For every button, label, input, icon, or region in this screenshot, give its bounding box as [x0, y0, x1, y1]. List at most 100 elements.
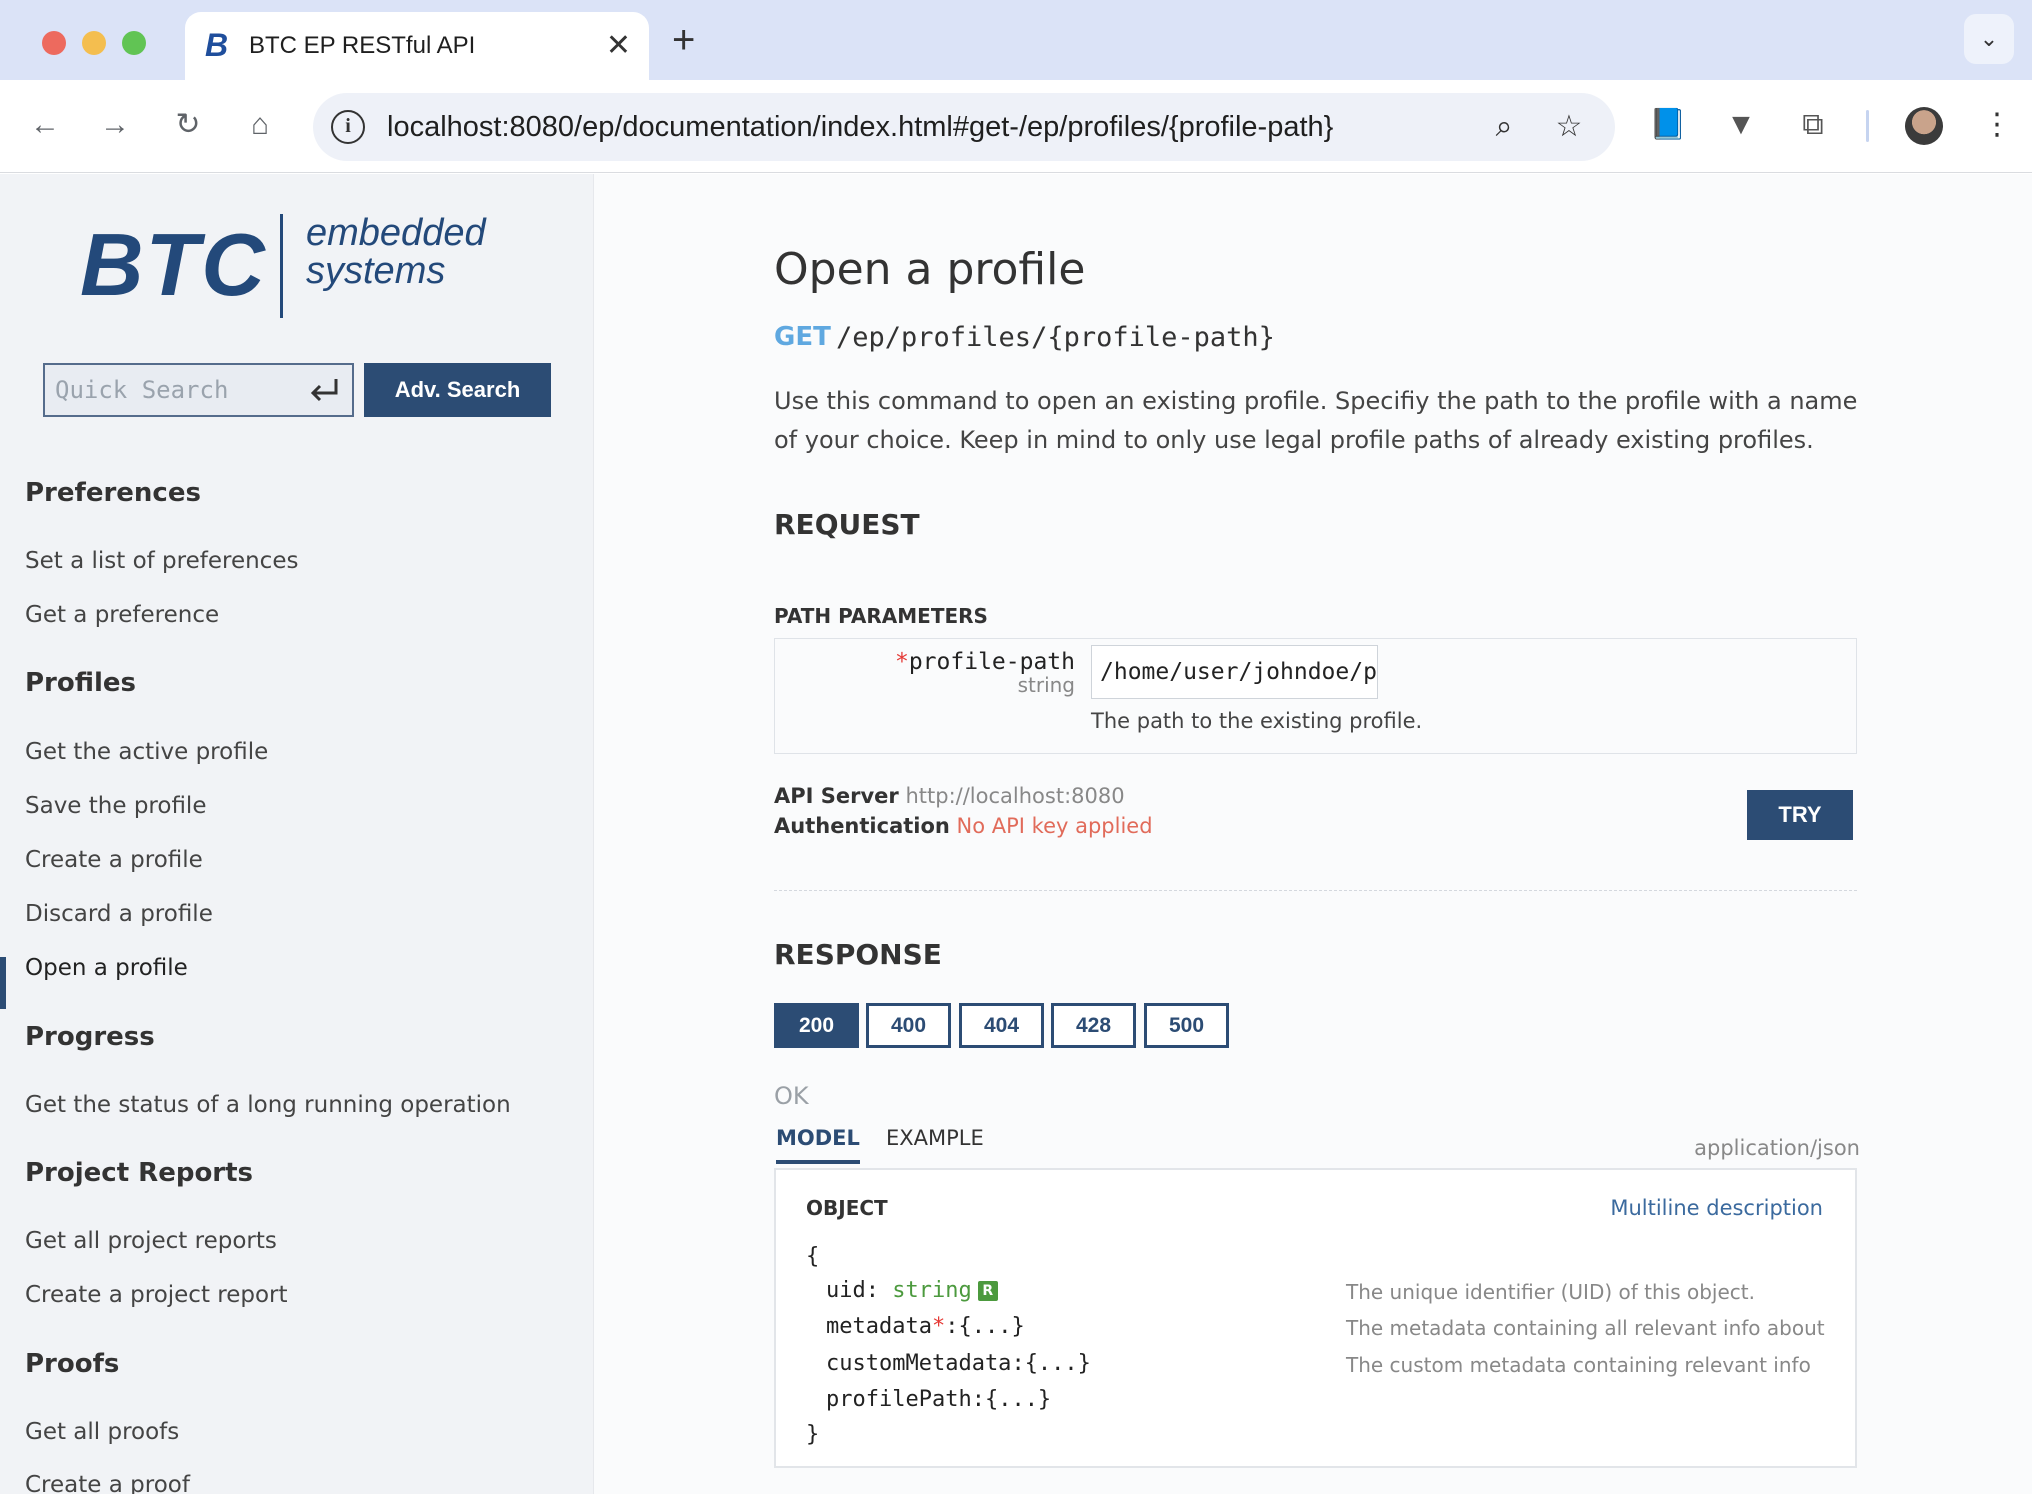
tab-search-chevron-icon[interactable]: ⌄ [1964, 14, 2014, 64]
status-text: OK [774, 1082, 809, 1110]
address-bar[interactable]: i localhost:8080/ep/documentation/index.… [313, 93, 1615, 161]
api-server-label: API Server [774, 784, 899, 808]
status-code-404[interactable]: 404 [959, 1003, 1044, 1048]
url-text[interactable]: localhost:8080/ep/documentation/index.ht… [387, 93, 1333, 161]
field-name: metadata [826, 1314, 932, 1339]
zoom-icon[interactable]: ⌕ [1484, 107, 1524, 147]
endpoint-path: /ep/profiles/{profile-path} [836, 322, 1275, 353]
param-name: *profile-path [775, 649, 1075, 675]
browser-menu-icon[interactable]: ⋮ [1982, 105, 2012, 145]
field-sep: : [865, 1278, 893, 1303]
model-field-custom-metadata: customMetadata:{...} [806, 1351, 1091, 1376]
response-heading: RESPONSE [774, 938, 942, 971]
logo-tagline-line1: embedded [306, 212, 486, 254]
nav-item-discard-profile[interactable]: Discard a profile [25, 901, 213, 927]
bookmark-star-icon[interactable]: ☆ [1549, 107, 1589, 147]
nav-group-preferences: Preferences [25, 478, 201, 508]
close-window-button[interactable] [42, 31, 66, 55]
param-name-text: profile-path [908, 649, 1075, 675]
field-type-expand[interactable]: {...} [958, 1314, 1024, 1339]
enter-icon[interactable] [308, 373, 342, 407]
field-name: uid [826, 1278, 866, 1303]
logo-tagline-line2: systems [306, 250, 446, 292]
page-title: Open a profile [774, 244, 1086, 295]
try-button[interactable]: TRY [1747, 790, 1853, 840]
profile-avatar[interactable] [1905, 107, 1943, 145]
minimize-window-button[interactable] [82, 31, 106, 55]
status-code-500[interactable]: 500 [1144, 1003, 1229, 1048]
authentication-row: Authentication No API key applied [774, 814, 1153, 838]
model-close-brace: } [806, 1422, 820, 1447]
readonly-badge: R [977, 1281, 998, 1301]
model-field-profile-path: profilePath:{...} [806, 1387, 1051, 1412]
new-tab-button[interactable]: + [672, 18, 695, 62]
model-open-brace: { [806, 1244, 820, 1269]
authentication-label: Authentication [774, 814, 950, 838]
nav-item-set-preferences[interactable]: Set a list of preferences [25, 548, 298, 574]
status-code-200[interactable]: 200 [774, 1003, 859, 1048]
nav-item-create-proof[interactable]: Create a proof [25, 1472, 190, 1494]
logo-divider [280, 214, 283, 318]
model-field-metadata: metadata*:{...} [806, 1314, 1025, 1339]
adv-search-button[interactable]: Adv. Search [364, 363, 551, 417]
status-code-428[interactable]: 428 [1051, 1003, 1136, 1048]
nav-item-open-profile[interactable]: Open a profile [25, 955, 188, 981]
http-method-badge: GET [774, 322, 831, 352]
nav-group-profiles: Profiles [25, 668, 137, 698]
multiline-description-link[interactable]: Multiline description [1610, 1196, 1823, 1220]
tab-close-icon[interactable]: ✕ [606, 26, 631, 66]
logo-tagline: embedded systems [306, 214, 486, 290]
nav-item-get-active-profile[interactable]: Get the active profile [25, 739, 268, 765]
quick-search-input[interactable] [45, 365, 305, 415]
api-server-row: API Server http://localhost:8080 [774, 784, 1125, 808]
field-type-expand[interactable]: {...} [985, 1387, 1051, 1412]
authentication-value[interactable]: No API key applied [957, 814, 1153, 838]
toolbar-divider [1866, 110, 1869, 142]
nav-item-create-profile[interactable]: Create a profile [25, 847, 203, 873]
tab-title: BTC EP RESTful API [249, 32, 476, 59]
home-icon[interactable]: ⌂ [235, 100, 285, 150]
field-name: customMetadata [826, 1351, 1012, 1376]
active-item-indicator [0, 957, 6, 1009]
extension-v-icon[interactable]: ▼ [1721, 105, 1761, 145]
status-code-400[interactable]: 400 [866, 1003, 951, 1048]
model-box: OBJECT Multiline description { uid: stri… [774, 1168, 1857, 1468]
btc-favicon-icon: B [205, 27, 229, 63]
endpoint-description: Use this command to open an existing pro… [774, 387, 1858, 454]
field-desc-uid: The unique identifier (UID) of this obje… [1346, 1280, 1755, 1304]
nav-item-get-proofs[interactable]: Get all proofs [25, 1419, 179, 1445]
tab-example[interactable]: EXAMPLE [886, 1126, 984, 1150]
page: BTC embedded systems Adv. Search Prefere… [0, 174, 2032, 1494]
model-field-uid: uid: string R [806, 1278, 998, 1303]
browser-tab[interactable]: B BTC EP RESTful API ✕ [185, 12, 649, 80]
content-type: application/json [1694, 1136, 1860, 1160]
nav-item-get-project-reports[interactable]: Get all project reports [25, 1228, 277, 1254]
site-info-icon[interactable]: i [331, 110, 365, 144]
field-desc-custom-metadata: The custom metadata containing relevant … [1346, 1353, 1811, 1377]
profile-path-input[interactable] [1091, 645, 1378, 699]
extension-book-icon[interactable]: 📘 [1648, 105, 1688, 145]
reload-icon[interactable]: ↻ [163, 100, 213, 150]
quick-search-box [43, 363, 354, 417]
field-sep: : [945, 1314, 959, 1339]
path-parameter-box: *profile-path string The path to the exi… [774, 638, 1857, 754]
field-type-expand[interactable]: {...} [1025, 1351, 1091, 1376]
api-server-value: http://localhost:8080 [905, 784, 1125, 808]
nav-item-create-project-report[interactable]: Create a project report [25, 1282, 288, 1308]
nav-item-get-preference[interactable]: Get a preference [25, 602, 219, 628]
maximize-window-button[interactable] [122, 31, 146, 55]
field-name: profilePath [826, 1387, 972, 1412]
nav-item-save-profile[interactable]: Save the profile [25, 793, 206, 819]
nav-group-progress: Progress [25, 1022, 155, 1052]
btc-logo[interactable]: BTC embedded systems [80, 210, 500, 320]
tab-model[interactable]: MODEL [776, 1126, 860, 1164]
model-kind: OBJECT [806, 1196, 888, 1220]
request-heading: REQUEST [774, 508, 920, 541]
field-sep: : [971, 1387, 985, 1412]
path-parameters-heading: PATH PARAMETERS [774, 604, 988, 628]
extensions-puzzle-icon[interactable]: ⧉ [1793, 105, 1833, 145]
forward-arrow-icon[interactable]: → [90, 100, 140, 150]
section-divider [774, 890, 1857, 891]
back-arrow-icon[interactable]: ← [20, 100, 70, 150]
nav-item-status-long-operation[interactable]: Get the status of a long running operati… [25, 1092, 511, 1118]
